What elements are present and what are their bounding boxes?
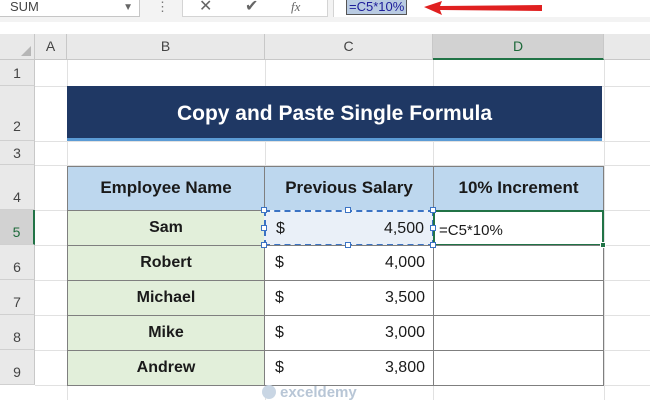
- row-header-2[interactable]: 2: [0, 86, 35, 141]
- cell-salary-mike[interactable]: $ 3,000: [264, 315, 434, 351]
- selection-handle[interactable]: [345, 242, 351, 248]
- cell-salary-sam[interactable]: $ 4,500: [264, 210, 434, 246]
- chevron-down-icon[interactable]: ▼: [123, 1, 133, 15]
- currency-symbol: $: [275, 254, 284, 271]
- currency-symbol: $: [275, 324, 284, 341]
- selection-handle[interactable]: [430, 242, 436, 248]
- red-arrow-icon: [424, 1, 542, 15]
- select-all-corner[interactable]: [0, 34, 35, 60]
- watermark-text: exceldemy: [280, 384, 357, 401]
- salary-value: 4,500: [383, 220, 424, 237]
- cancel-icon[interactable]: ✕: [199, 0, 212, 16]
- fill-handle[interactable]: [600, 242, 606, 248]
- header-increment[interactable]: 10% Increment: [433, 166, 604, 211]
- column-header-a[interactable]: A: [35, 34, 67, 60]
- row-header-6[interactable]: 6: [0, 245, 35, 280]
- watermark: exceldemy: [262, 384, 357, 401]
- row-header-1[interactable]: 1: [0, 60, 35, 86]
- selection-handle[interactable]: [261, 207, 267, 213]
- cell-increment[interactable]: [433, 245, 604, 281]
- currency-symbol: $: [275, 359, 284, 376]
- column-header-b[interactable]: B: [67, 34, 265, 60]
- selection-handle[interactable]: [345, 207, 351, 213]
- cell-name-michael[interactable]: Michael: [67, 280, 265, 316]
- insert-function-icon[interactable]: fx: [291, 0, 300, 16]
- selection-handle[interactable]: [261, 225, 267, 231]
- cell-name-andrew[interactable]: Andrew: [67, 350, 265, 386]
- currency-symbol: $: [276, 220, 285, 237]
- salary-value: 3,800: [384, 359, 425, 376]
- name-box[interactable]: SUM ▼: [0, 0, 140, 17]
- more-dots-icon: ⋮: [156, 0, 169, 14]
- cell-salary-andrew[interactable]: $ 3,800: [264, 350, 434, 386]
- row-header-3[interactable]: 3: [0, 141, 35, 165]
- column-header-c[interactable]: C: [265, 34, 433, 60]
- row-header-9[interactable]: 9: [0, 350, 35, 385]
- cell-increment-active[interactable]: =C5*10%: [433, 210, 604, 246]
- cell-salary-robert[interactable]: $ 4,000: [264, 245, 434, 281]
- row-header-4[interactable]: 4: [0, 165, 35, 210]
- salary-value: 3,000: [384, 324, 425, 341]
- page-title: Copy and Paste Single Formula: [67, 86, 602, 141]
- column-header-d[interactable]: D: [433, 34, 604, 60]
- gridline: [604, 60, 605, 400]
- gridline: [35, 141, 650, 142]
- formula-tools: ✕ ✔ fx: [182, 0, 328, 17]
- row-header-7[interactable]: 7: [0, 280, 35, 315]
- cell-increment[interactable]: [433, 280, 604, 316]
- column-header-e[interactable]: [604, 34, 650, 60]
- header-employee-name[interactable]: Employee Name: [67, 166, 265, 211]
- salary-value: 3,500: [384, 289, 425, 306]
- cell-name-mike[interactable]: Mike: [67, 315, 265, 351]
- cell-increment[interactable]: [433, 315, 604, 351]
- cell-formula-text: =C5*10%: [439, 222, 503, 239]
- cell-name-sam[interactable]: Sam: [67, 210, 265, 246]
- row-header-8[interactable]: 8: [0, 315, 35, 350]
- exceldemy-logo-icon: [262, 385, 276, 399]
- cell-name-robert[interactable]: Robert: [67, 245, 265, 281]
- header-previous-salary[interactable]: Previous Salary: [264, 166, 434, 211]
- cell-salary-michael[interactable]: $ 3,500: [264, 280, 434, 316]
- name-box-value: SUM: [10, 0, 39, 14]
- selection-handle[interactable]: [261, 242, 267, 248]
- row-header-5[interactable]: 5: [0, 210, 35, 245]
- selection-handle[interactable]: [430, 225, 436, 231]
- formula-bar: SUM ▼ ⋮ ✕ ✔ fx =C5*10%: [0, 0, 650, 22]
- currency-symbol: $: [275, 289, 284, 306]
- enter-check-icon[interactable]: ✔: [245, 0, 258, 16]
- salary-value: 4,000: [384, 254, 425, 271]
- formula-text: =C5*10%: [346, 0, 408, 15]
- selection-handle[interactable]: [430, 207, 436, 213]
- cell-increment[interactable]: [433, 350, 604, 386]
